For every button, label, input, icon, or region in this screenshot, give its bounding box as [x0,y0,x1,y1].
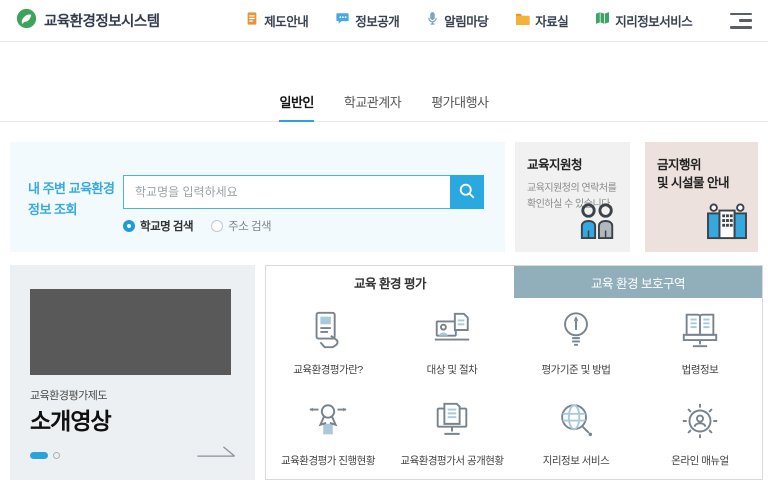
grid-item-target-procedure[interactable]: 대상 및 절차 [390,298,514,389]
page: 교육환경정보시스템 제도안내 정보공개 알림마당 [0,0,768,486]
video-thumbnail[interactable] [30,289,231,375]
intro-video-card: 교육환경평가제도 소개영상 [10,265,255,480]
nav-item-notice-board[interactable]: 알림마당 [426,11,488,31]
microphone-icon [426,11,439,31]
prohibited-acts-card[interactable]: 금지행위 및 시설물 안내 [645,142,758,252]
target-procedure-icon [431,309,473,356]
search-panel: 내 주변 교육환경 정보 조회 학교명 검색 주소 검색 [10,142,505,252]
card-title: 교육지원청 [527,156,618,174]
main-nav: 제도안내 정보공개 알림마당 자료실 [197,11,692,31]
nav-item-label: 알림마당 [444,11,488,30]
chat-bubble-icon [335,11,350,30]
nav-item-label: 지리정보서비스 [615,11,692,30]
radio-selected-icon [123,220,135,232]
panel-tab-protection-zone[interactable]: 교육 환경 보호구역 [514,266,762,298]
online-manual-icon [679,400,721,447]
buildings-icon [705,202,749,245]
radio-address-search[interactable]: 주소 검색 [211,218,271,234]
video-card-subtitle: 교육환경평가제도 [30,387,107,403]
report-disclosure-icon [431,400,473,447]
law-info-icon [679,309,721,356]
pager-dot[interactable] [53,452,60,459]
bottom-section: 교육환경평가제도 소개영상 교육 환경 평가 교육 환경 보호구역 [10,265,763,480]
grid-item-evaluation-progress[interactable]: 교육환경평가 진행현황 [266,389,390,480]
grid-item-online-manual[interactable]: 온라인 매뉴얼 [638,389,762,480]
quick-link-grid: 교육환경평가란? 대상 및 절차 [266,298,762,479]
logo-icon [16,8,37,34]
mid-section: 내 주변 교육환경 정보 조회 학교명 검색 주소 검색 [10,142,758,252]
search-panel-title: 내 주변 교육환경 정보 조회 [28,179,114,221]
menu-icon[interactable] [730,13,752,29]
pager-dot-active[interactable] [30,452,48,459]
nav-item-library[interactable]: 자료실 [515,11,568,30]
nav-item-label: 자료실 [535,11,568,30]
arrow-right-icon[interactable] [195,445,237,463]
evaluation-what-icon [307,309,349,356]
contact-people-icon [575,202,621,245]
tab-evaluation-agency[interactable]: 평가대행사 [431,92,488,121]
support-office-card[interactable]: 교육지원청 교육지원청의 연락처를 확인하실 수 있습니다. [515,142,630,252]
criteria-method-icon [555,309,597,356]
info-panel: 교육 환경 평가 교육 환경 보호구역 교육환경평가란? [265,265,763,480]
panel-tab-evaluation[interactable]: 교육 환경 평가 [266,266,514,298]
map-icon [595,11,610,30]
header: 교육환경정보시스템 제도안내 정보공개 알림마당 [0,0,768,42]
tab-general-public[interactable]: 일반인 [279,92,313,122]
nav-item-info-disclosure[interactable]: 정보공개 [335,11,399,30]
grid-item-criteria-method[interactable]: 평가기준 및 방법 [514,298,638,389]
search-mode-radios: 학교명 검색 주소 검색 [123,218,271,234]
logo[interactable]: 교육환경정보시스템 [16,8,160,34]
grid-item-report-disclosure[interactable]: 교육환경평가서 공개현황 [390,389,514,480]
radio-unselected-icon [211,220,223,232]
gis-globe-icon [555,400,597,447]
grid-item-gis-service[interactable]: 지리정보 서비스 [514,389,638,480]
tab-school-officials[interactable]: 학교관계자 [344,92,401,121]
nav-item-label: 정보공개 [355,11,399,30]
nav-item-label: 제도안내 [264,11,308,30]
nav-item-gis-service[interactable]: 지리정보서비스 [595,11,692,30]
audience-tabs: 일반인 학교관계자 평가대행사 [0,92,768,122]
search-button[interactable] [450,175,484,209]
radio-school-name-search[interactable]: 학교명 검색 [123,218,193,234]
logo-text: 교육환경정보시스템 [44,10,160,31]
carousel-pager [30,452,60,459]
grid-item-law-info[interactable]: 법령정보 [638,298,762,389]
nav-item-policy-guide[interactable]: 제도안내 [245,11,308,31]
grid-item-what-is-evaluation[interactable]: 교육환경평가란? [266,298,390,389]
policy-document-icon [245,11,259,31]
video-card-title: 소개영상 [30,402,111,436]
folder-icon [515,12,530,30]
evaluation-progress-icon [307,400,349,447]
search-icon [458,182,476,203]
card-title: 금지행위 및 시설물 안내 [657,156,746,192]
panel-tabs: 교육 환경 평가 교육 환경 보호구역 [266,266,762,298]
school-search-input[interactable] [123,175,450,209]
